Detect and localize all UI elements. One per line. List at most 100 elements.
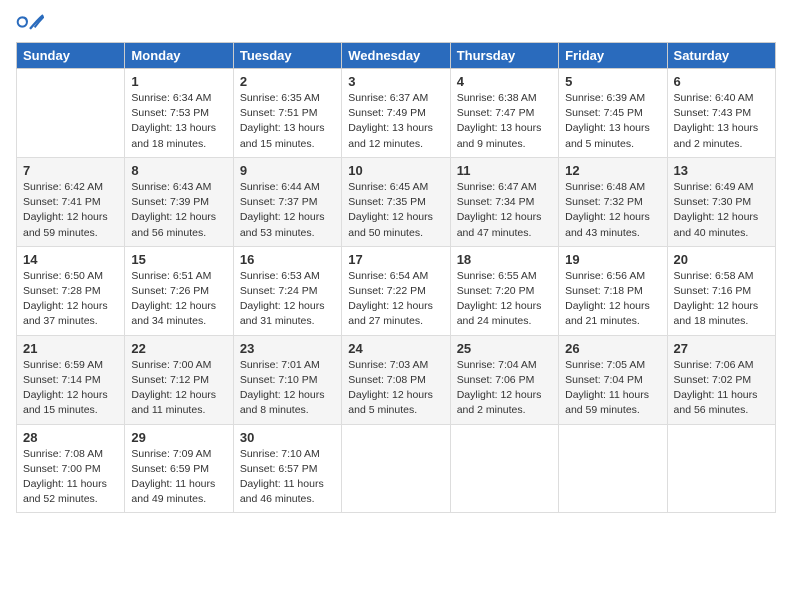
calendar-cell: 29 Sunrise: 7:09 AMSunset: 6:59 PMDayligh…	[125, 424, 233, 513]
day-detail: Sunrise: 7:09 AMSunset: 6:59 PMDaylight:…	[131, 447, 226, 508]
calendar-cell: 10Sunrise: 6:45 AMSunset: 7:35 PMDayligh…	[342, 157, 450, 246]
day-detail: Sunrise: 6:43 AMSunset: 7:39 PMDaylight:…	[131, 180, 226, 241]
day-detail: Sunrise: 6:58 AMSunset: 7:16 PMDaylight:…	[674, 269, 769, 330]
day-number: 17	[348, 252, 443, 267]
calendar-cell: 25 Sunrise: 7:04 AMSunset: 7:06 PMDayligh…	[450, 335, 558, 424]
calendar-cell: 3 Sunrise: 6:37 AMSunset: 7:49 PMDaylight…	[342, 69, 450, 158]
day-number: 1	[131, 74, 226, 89]
calendar-cell: 18 Sunrise: 6:55 AMSunset: 7:20 PMDayligh…	[450, 246, 558, 335]
calendar-cell: 6 Sunrise: 6:40 AMSunset: 7:43 PMDaylight…	[667, 69, 775, 158]
day-detail: Sunrise: 6:50 AMSunset: 7:28 PMDaylight:…	[23, 269, 118, 330]
day-number: 22	[131, 341, 226, 356]
day-detail: Sunrise: 6:55 AMSunset: 7:20 PMDaylight:…	[457, 269, 552, 330]
day-number: 28	[23, 430, 118, 445]
day-number: 8	[131, 163, 226, 178]
calendar-cell: 14 Sunrise: 6:50 AMSunset: 7:28 PMDayligh…	[17, 246, 125, 335]
day-detail: Sunrise: 6:34 AMSunset: 7:53 PMDaylight:…	[131, 91, 226, 152]
calendar-cell: 13 Sunrise: 6:49 AMSunset: 7:30 PMDayligh…	[667, 157, 775, 246]
day-number: 9	[240, 163, 335, 178]
day-detail: Sunrise: 7:03 AMSunset: 7:08 PMDaylight:…	[348, 358, 443, 419]
day-detail: Sunrise: 6:51 AMSunset: 7:26 PMDaylight:…	[131, 269, 226, 330]
calendar-cell: 30 Sunrise: 7:10 AMSunset: 6:57 PMDayligh…	[233, 424, 341, 513]
calendar-cell	[667, 424, 775, 513]
weekday-header-sunday: Sunday	[17, 43, 125, 69]
day-detail: Sunrise: 6:56 AMSunset: 7:18 PMDaylight:…	[565, 269, 660, 330]
calendar-cell	[450, 424, 558, 513]
day-detail: Sunrise: 7:08 AMSunset: 7:00 PMDaylight:…	[23, 447, 118, 508]
calendar-cell: 20 Sunrise: 6:58 AMSunset: 7:16 PMDayligh…	[667, 246, 775, 335]
day-number: 7	[23, 163, 118, 178]
day-number: 30	[240, 430, 335, 445]
weekday-header-row: SundayMondayTuesdayWednesdayThursdayFrid…	[17, 43, 776, 69]
calendar-cell: 22Sunrise: 7:00 AMSunset: 7:12 PMDayligh…	[125, 335, 233, 424]
calendar-week-row: 14 Sunrise: 6:50 AMSunset: 7:28 PMDayligh…	[17, 246, 776, 335]
calendar-week-row: 1 Sunrise: 6:34 AMSunset: 7:53 PMDaylight…	[17, 69, 776, 158]
day-detail: Sunrise: 6:59 AMSunset: 7:14 PMDaylight:…	[23, 358, 118, 419]
day-detail: Sunrise: 6:49 AMSunset: 7:30 PMDaylight:…	[674, 180, 769, 241]
calendar-week-row: 21 Sunrise: 6:59 AMSunset: 7:14 PMDayligh…	[17, 335, 776, 424]
day-number: 19	[565, 252, 660, 267]
calendar-cell: 16 Sunrise: 6:53 AMSunset: 7:24 PMDayligh…	[233, 246, 341, 335]
day-number: 29	[131, 430, 226, 445]
day-number: 13	[674, 163, 769, 178]
day-number: 2	[240, 74, 335, 89]
calendar-cell: 4 Sunrise: 6:38 AMSunset: 7:47 PMDaylight…	[450, 69, 558, 158]
weekday-header-friday: Friday	[559, 43, 667, 69]
calendar-cell: 7 Sunrise: 6:42 AMSunset: 7:41 PMDaylight…	[17, 157, 125, 246]
day-number: 12	[565, 163, 660, 178]
day-number: 4	[457, 74, 552, 89]
logo-icon	[16, 12, 44, 32]
calendar-cell: 11 Sunrise: 6:47 AMSunset: 7:34 PMDayligh…	[450, 157, 558, 246]
day-detail: Sunrise: 7:04 AMSunset: 7:06 PMDaylight:…	[457, 358, 552, 419]
calendar-cell: 9Sunrise: 6:44 AMSunset: 7:37 PMDaylight…	[233, 157, 341, 246]
day-detail: Sunrise: 7:01 AMSunset: 7:10 PMDaylight:…	[240, 358, 335, 419]
day-number: 25	[457, 341, 552, 356]
day-detail: Sunrise: 6:48 AMSunset: 7:32 PMDaylight:…	[565, 180, 660, 241]
calendar-cell: 12 Sunrise: 6:48 AMSunset: 7:32 PMDayligh…	[559, 157, 667, 246]
weekday-header-saturday: Saturday	[667, 43, 775, 69]
calendar-cell: 1 Sunrise: 6:34 AMSunset: 7:53 PMDaylight…	[125, 69, 233, 158]
day-detail: Sunrise: 7:06 AMSunset: 7:02 PMDaylight:…	[674, 358, 769, 419]
day-number: 5	[565, 74, 660, 89]
day-number: 23	[240, 341, 335, 356]
calendar-cell: 23 Sunrise: 7:01 AMSunset: 7:10 PMDayligh…	[233, 335, 341, 424]
day-detail: Sunrise: 6:37 AMSunset: 7:49 PMDaylight:…	[348, 91, 443, 152]
weekday-header-monday: Monday	[125, 43, 233, 69]
calendar-cell: 24Sunrise: 7:03 AMSunset: 7:08 PMDayligh…	[342, 335, 450, 424]
weekday-header-thursday: Thursday	[450, 43, 558, 69]
day-detail: Sunrise: 6:54 AMSunset: 7:22 PMDaylight:…	[348, 269, 443, 330]
day-number: 20	[674, 252, 769, 267]
day-detail: Sunrise: 6:42 AMSunset: 7:41 PMDaylight:…	[23, 180, 118, 241]
day-detail: Sunrise: 6:40 AMSunset: 7:43 PMDaylight:…	[674, 91, 769, 152]
day-number: 16	[240, 252, 335, 267]
day-detail: Sunrise: 6:35 AMSunset: 7:51 PMDaylight:…	[240, 91, 335, 152]
calendar-cell: 17 Sunrise: 6:54 AMSunset: 7:22 PMDayligh…	[342, 246, 450, 335]
header	[16, 12, 776, 32]
calendar-cell: 27 Sunrise: 7:06 AMSunset: 7:02 PMDayligh…	[667, 335, 775, 424]
day-detail: Sunrise: 6:39 AMSunset: 7:45 PMDaylight:…	[565, 91, 660, 152]
calendar-cell: 8 Sunrise: 6:43 AMSunset: 7:39 PMDaylight…	[125, 157, 233, 246]
day-detail: Sunrise: 7:05 AMSunset: 7:04 PMDaylight:…	[565, 358, 660, 419]
calendar-cell	[17, 69, 125, 158]
page: SundayMondayTuesdayWednesdayThursdayFrid…	[0, 0, 792, 612]
day-number: 3	[348, 74, 443, 89]
day-detail: Sunrise: 6:38 AMSunset: 7:47 PMDaylight:…	[457, 91, 552, 152]
day-number: 15	[131, 252, 226, 267]
day-number: 27	[674, 341, 769, 356]
calendar-cell: 5 Sunrise: 6:39 AMSunset: 7:45 PMDaylight…	[559, 69, 667, 158]
day-number: 11	[457, 163, 552, 178]
day-number: 21	[23, 341, 118, 356]
day-number: 6	[674, 74, 769, 89]
calendar-cell	[342, 424, 450, 513]
day-number: 14	[23, 252, 118, 267]
calendar-cell: 19 Sunrise: 6:56 AMSunset: 7:18 PMDayligh…	[559, 246, 667, 335]
day-detail: Sunrise: 7:10 AMSunset: 6:57 PMDaylight:…	[240, 447, 335, 508]
day-detail: Sunrise: 6:47 AMSunset: 7:34 PMDaylight:…	[457, 180, 552, 241]
day-number: 10	[348, 163, 443, 178]
calendar-cell: 21 Sunrise: 6:59 AMSunset: 7:14 PMDayligh…	[17, 335, 125, 424]
weekday-header-wednesday: Wednesday	[342, 43, 450, 69]
calendar-cell: 28 Sunrise: 7:08 AMSunset: 7:00 PMDayligh…	[17, 424, 125, 513]
calendar-week-row: 7 Sunrise: 6:42 AMSunset: 7:41 PMDaylight…	[17, 157, 776, 246]
day-detail: Sunrise: 6:53 AMSunset: 7:24 PMDaylight:…	[240, 269, 335, 330]
day-number: 18	[457, 252, 552, 267]
